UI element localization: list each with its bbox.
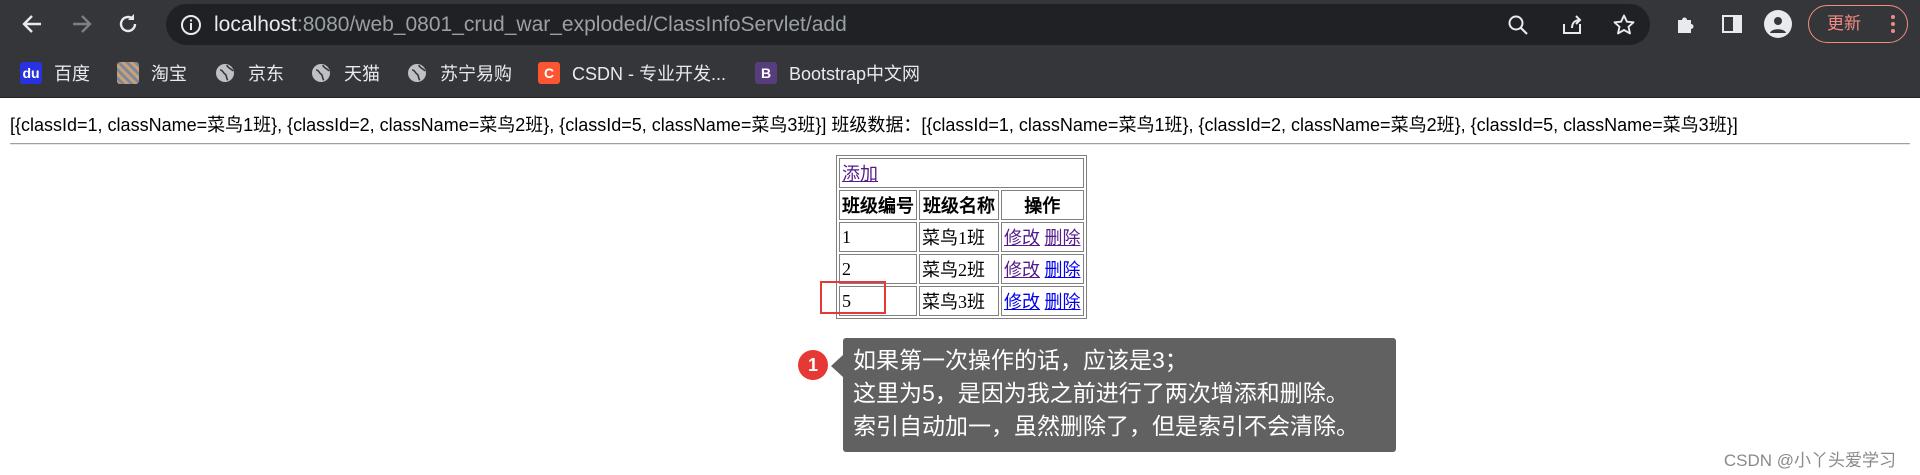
- url-text[interactable]: localhost:8080/web_0801_crud_war_explode…: [214, 4, 847, 45]
- bookmark-bootstrap[interactable]: B Bootstrap中文网: [755, 49, 920, 97]
- annotation-line: 索引自动加一，虽然删除了，但是索引不会清除。: [853, 413, 1359, 439]
- table-row: 1 菜鸟1班 修改 删除: [839, 222, 1084, 252]
- puzzle-icon: [1678, 17, 1694, 33]
- address-bar[interactable]: localhost:8080/web_0801_crud_war_explode…: [166, 4, 1650, 45]
- delete-link[interactable]: 删除: [1045, 260, 1081, 280]
- bookmark-jd[interactable]: 京东: [214, 49, 284, 97]
- edit-link[interactable]: 修改: [1004, 292, 1040, 312]
- bookmark-csdn[interactable]: C CSDN - 专业开发...: [538, 49, 726, 97]
- person-icon: [1770, 17, 1786, 33]
- add-cell: 添加: [839, 158, 1084, 188]
- update-button[interactable]: 更新: [1808, 5, 1908, 43]
- csdn-icon: C: [538, 62, 560, 84]
- browser-toolbar: localhost:8080/web_0801_crud_war_explode…: [0, 0, 1920, 49]
- horizontal-rule: [10, 143, 1910, 145]
- url-host: localhost: [214, 13, 297, 36]
- bookmark-taobao[interactable]: 淘宝: [117, 49, 187, 97]
- highlight-box: [820, 281, 886, 314]
- bookmark-suning[interactable]: 苏宁易购: [406, 49, 512, 97]
- step-badge: 1: [798, 350, 828, 380]
- side-panel-button[interactable]: [1718, 10, 1746, 38]
- bootstrap-icon: B: [755, 62, 777, 84]
- cell-class-id: 2: [839, 254, 917, 284]
- bookmark-star-button[interactable]: [1612, 13, 1636, 37]
- annotation-line: 如果第一次操作的话，应该是3；: [853, 347, 1188, 373]
- cell-class-name: 菜鸟3班: [919, 286, 999, 316]
- share-button[interactable]: [1560, 13, 1584, 37]
- bookmark-label: 淘宝: [151, 64, 187, 84]
- more-vert-icon: [1891, 15, 1895, 33]
- cell-class-name: 菜鸟2班: [919, 254, 999, 284]
- star-icon: [1613, 14, 1635, 35]
- taobao-icon: [117, 62, 139, 84]
- bookmark-label: 苏宁易购: [440, 64, 512, 84]
- arrow-right-icon: [73, 15, 92, 33]
- cell-operation: 修改 删除: [1001, 254, 1084, 284]
- reload-button[interactable]: [110, 6, 146, 42]
- debug-output-text: [{classId=1, className=菜鸟1班}, {classId=2…: [10, 115, 1738, 135]
- reload-icon: [119, 14, 137, 33]
- delete-link[interactable]: 删除: [1045, 228, 1081, 248]
- cell-operation: 修改 删除: [1001, 222, 1084, 252]
- zoom-button[interactable]: [1506, 13, 1530, 37]
- header-operation: 操作: [1001, 190, 1084, 220]
- info-icon[interactable]: [180, 14, 202, 36]
- bookmark-label: Bootstrap中文网: [789, 64, 921, 84]
- globe-icon: [312, 64, 330, 82]
- magnifier-icon: [1508, 15, 1528, 35]
- back-button[interactable]: [14, 6, 50, 42]
- url-path: :8080/web_0801_crud_war_exploded/ClassIn…: [296, 13, 847, 36]
- side-panel-icon: [1722, 15, 1742, 33]
- update-label: 更新: [1827, 14, 1861, 33]
- extensions-button[interactable]: [1672, 10, 1700, 38]
- cell-operation: 修改 删除: [1001, 286, 1084, 316]
- arrow-left-icon: [22, 15, 41, 33]
- annotation-callout: 如果第一次操作的话，应该是3； 这里为5，是因为我之前进行了两次增添和删除。 索…: [843, 338, 1396, 452]
- table-row: 添加: [839, 158, 1084, 188]
- annotation-line: 这里为5，是因为我之前进行了两次增添和删除。: [853, 380, 1349, 406]
- profile-button[interactable]: [1764, 10, 1792, 38]
- edit-link[interactable]: 修改: [1004, 228, 1040, 248]
- delete-link[interactable]: 删除: [1045, 292, 1081, 312]
- globe-icon: [408, 64, 426, 82]
- bookmark-tmall[interactable]: 天猫: [310, 49, 380, 97]
- cell-class-id: 1: [839, 222, 917, 252]
- header-class-id: 班级编号: [839, 190, 917, 220]
- bookmark-label: 京东: [248, 64, 284, 84]
- header-class-name: 班级名称: [919, 190, 999, 220]
- table-header-row: 班级编号 班级名称 操作: [839, 190, 1084, 220]
- cell-class-name: 菜鸟1班: [919, 222, 999, 252]
- table-row: 2 菜鸟2班 修改 删除: [839, 254, 1084, 284]
- bookmarks-bar: du 百度 淘宝 京东 天猫 苏宁易购 C CSDN - 专业开发... B B…: [0, 49, 1920, 98]
- edit-link[interactable]: 修改: [1004, 260, 1040, 280]
- callout-arrow: [831, 355, 843, 377]
- forward-button[interactable]: [64, 6, 100, 42]
- watermark: CSDN @小丫头爱学习: [1723, 451, 1896, 470]
- globe-icon: [216, 64, 234, 82]
- bookmark-baidu[interactable]: du 百度: [20, 49, 90, 97]
- bookmark-label: 天猫: [344, 64, 380, 84]
- baidu-icon: du: [20, 62, 42, 84]
- share-icon: [1563, 15, 1582, 34]
- add-link[interactable]: 添加: [842, 164, 878, 184]
- bookmark-label: 百度: [54, 64, 90, 84]
- bookmark-label: CSDN - 专业开发...: [572, 64, 727, 84]
